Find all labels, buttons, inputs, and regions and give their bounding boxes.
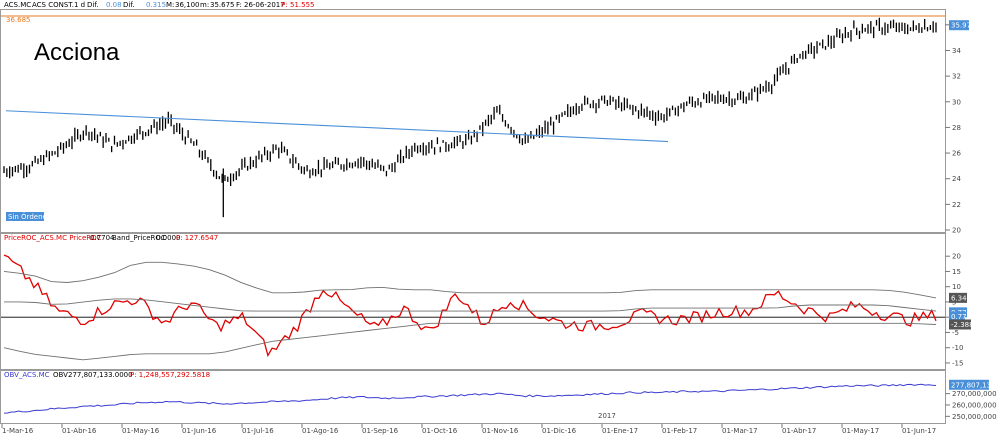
header-max: 36,100 [175,1,200,9]
x-tick-label: 01-Abr-17 [782,427,816,435]
header-difpct: 0.315 [146,1,166,9]
header-ticker: ACS.MC [4,1,31,9]
obv-y-tick-label: 260,000,000 [952,401,997,409]
x-tick-label: 01-Jun-17 [902,427,936,435]
header-price-label: P: [281,1,288,9]
header-dif-label: Dif. [87,1,99,9]
roc-panel[interactable] [0,233,946,370]
roc-upper-badge: 6.34 [951,294,967,302]
x-tick-label: 01-Jun-16 [182,427,217,435]
x-tick-label: 1-Mar-16 [2,427,34,435]
obv-y-tick-label: 270,000,000 [952,390,997,398]
price-header: ACS.MC ACS CONST. 1 d Dif. 0.08 Dif. 0.3… [4,1,315,9]
roc-y-tick-label: 20 [952,253,961,261]
roc-lower-badge: -2.388 [951,321,974,329]
last-price-badge: 35.97 [951,22,971,30]
obv-label: OBV [53,371,68,379]
price-panel[interactable] [0,9,946,233]
roc-header: PriceROC_ACS.MC PriceROC 0.7704 Band_Pri… [4,234,218,242]
x-tick-label: 01-Oct-16 [422,427,458,435]
header-min-label: m: [200,1,209,9]
obv-y-tick-label: 250,000,000 [952,413,997,421]
obv-header: OBV_ACS.MC OBV 277,807,133.0000 P: 1,248… [4,371,210,379]
roc-y-tick-label: 15 [952,268,961,276]
header-name: ACS CONST. [32,1,74,9]
sin-ordenes-label: Sin Órdenes [8,212,51,221]
price-y-tick-label: 34 [952,47,961,55]
price-y-tick-label: 26 [952,150,961,158]
x-tick-label: 01-Feb-17 [662,427,697,435]
x-tick-label: 01-Jul-16 [242,427,274,435]
x-tick-label: 01-Ago-16 [302,427,339,435]
header-date: 26-06-2017 [244,1,285,9]
price-y-tick-label: 32 [952,73,961,81]
resistance-level-label: 36.685 [6,16,31,24]
header-min: 35.675 [210,1,235,9]
obv-p-value: P: 1,248,557,292.5818 [130,371,210,379]
price-y-tick-label: 28 [952,124,961,132]
x-tick-label: 01-Ene-17 [602,427,638,435]
header-date-label: F: [236,1,242,9]
price-y-tick-label: 22 [952,201,961,209]
year-marker: 2017 [598,412,616,420]
x-tick-label: 01-May-17 [842,427,879,435]
header-price: 51.555 [290,1,315,9]
x-tick-label: 01-Abr-16 [62,427,97,435]
company-name: Acciona [34,39,120,66]
price-y-tick-label: 24 [952,175,961,183]
header-dif: 0.08 [106,1,122,9]
price-y-tick-label: 30 [952,98,961,106]
chart-canvas: ACS.MC ACS CONST. 1 d Dif. 0.08 Dif. 0.3… [0,0,1000,435]
header-interval: 1 d [74,1,85,9]
header-difpct-label: Dif. [123,1,135,9]
roc-title: PriceROC_ACS.MC PriceROC [4,234,102,242]
roc-p-value: P: 127.6547 [176,234,218,242]
roc-y-tick-label: 10 [952,283,961,291]
x-tick-label: 01-Mar-17 [722,427,758,435]
roc-y-tick-label: -5 [952,329,959,337]
obv-value: 277,807,133.0000 [68,371,133,379]
x-tick-label: 01-Sep-16 [362,427,399,435]
obv-last-badge: 277,807,133 [951,381,996,389]
roc-y-tick-label: -15 [952,359,963,367]
x-tick-label: 01-Nov-16 [482,427,519,435]
sin-ordenes-badge[interactable]: Sin Órdenes [6,212,51,221]
header-max-label: M: [166,1,174,9]
obv-title: OBV_ACS.MC [4,371,50,379]
x-tick-label: 01-May-16 [122,427,160,435]
roc-y-tick-label: -10 [952,344,963,352]
price-y-tick-label: 20 [952,227,961,235]
x-tick-label: 01-Dic-16 [542,427,577,435]
